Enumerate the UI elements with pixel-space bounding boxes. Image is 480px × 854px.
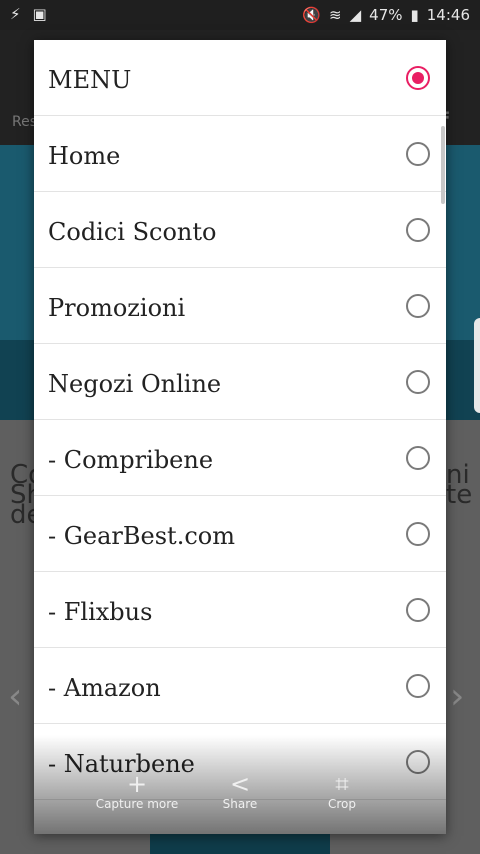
clock: 14:46 (426, 6, 470, 24)
image-icon: ▣ (32, 5, 47, 23)
share-button[interactable]: < Share (214, 771, 266, 811)
menu-item[interactable]: Codici Sconto (34, 192, 446, 268)
share-label: Share (222, 797, 258, 811)
radio-button[interactable] (406, 446, 430, 470)
flash-icon: ⚡ (10, 5, 21, 23)
carousel-next-icon: › (450, 676, 465, 717)
plus-icon: + (126, 770, 148, 798)
menu-item-label: Promozioni (48, 294, 186, 322)
signal-icon: ◢ (349, 6, 362, 24)
capture-more-button[interactable]: + Capture more (90, 771, 184, 811)
capture-toolbar: + Capture more < Share ⌗ Crop (34, 735, 446, 834)
radio-button[interactable] (406, 674, 430, 698)
menu-item-label: - Amazon (48, 674, 161, 702)
radio-button[interactable] (406, 294, 430, 318)
crop-icon: ⌗ (335, 770, 349, 798)
menu-item-label: MENU (48, 66, 132, 94)
capture-more-label: Capture more (95, 797, 179, 811)
background-text-right: ni te (446, 460, 473, 510)
menu-scrollbar[interactable] (441, 126, 445, 204)
menu-item-label: - GearBest.com (48, 522, 235, 550)
menu-item-label: Codici Sconto (48, 218, 217, 246)
battery-level: 47% (369, 6, 403, 24)
status-bar: ⚡ ▣ 🔇 ≋ ◢ 47% ▮ 14:46 (0, 0, 480, 30)
menu-item[interactable]: Home (34, 116, 446, 192)
menu-item-label: Negozi Online (48, 370, 222, 398)
crop-button[interactable]: ⌗ Crop (318, 771, 366, 811)
menu-item-label: Home (48, 142, 121, 170)
radio-button[interactable] (406, 522, 430, 546)
menu-item-label: - Compribene (48, 446, 214, 474)
menu-item[interactable]: Negozi Online (34, 344, 446, 420)
menu-item[interactable]: - Flixbus (34, 572, 446, 648)
menu-item[interactable]: Promozioni (34, 268, 446, 344)
menu-item[interactable]: - GearBest.com (34, 496, 446, 572)
crop-label: Crop (327, 797, 356, 811)
mute-icon: 🔇 (302, 6, 322, 24)
menu-dialog: MENU Home Codici Sconto Promozioni Negozi On… (34, 40, 446, 834)
menu-item[interactable]: MENU (34, 40, 446, 116)
menu-list: MENU Home Codici Sconto Promozioni Negozi On… (34, 40, 446, 800)
menu-item-label: - Flixbus (48, 598, 153, 626)
battery-icon: ▮ (410, 6, 419, 24)
radio-button[interactable] (406, 218, 430, 242)
radio-button[interactable] (406, 66, 430, 90)
radio-button[interactable] (406, 598, 430, 622)
carousel-prev-icon: ‹ (8, 676, 23, 717)
radio-button[interactable] (406, 142, 430, 166)
radio-button[interactable] (406, 370, 430, 394)
wifi-icon: ≋ (329, 6, 342, 24)
edge-panel-handle[interactable] (474, 318, 480, 413)
menu-item[interactable]: - Compribene (34, 420, 446, 496)
menu-item[interactable]: - Amazon (34, 648, 446, 724)
share-icon: < (229, 770, 251, 798)
